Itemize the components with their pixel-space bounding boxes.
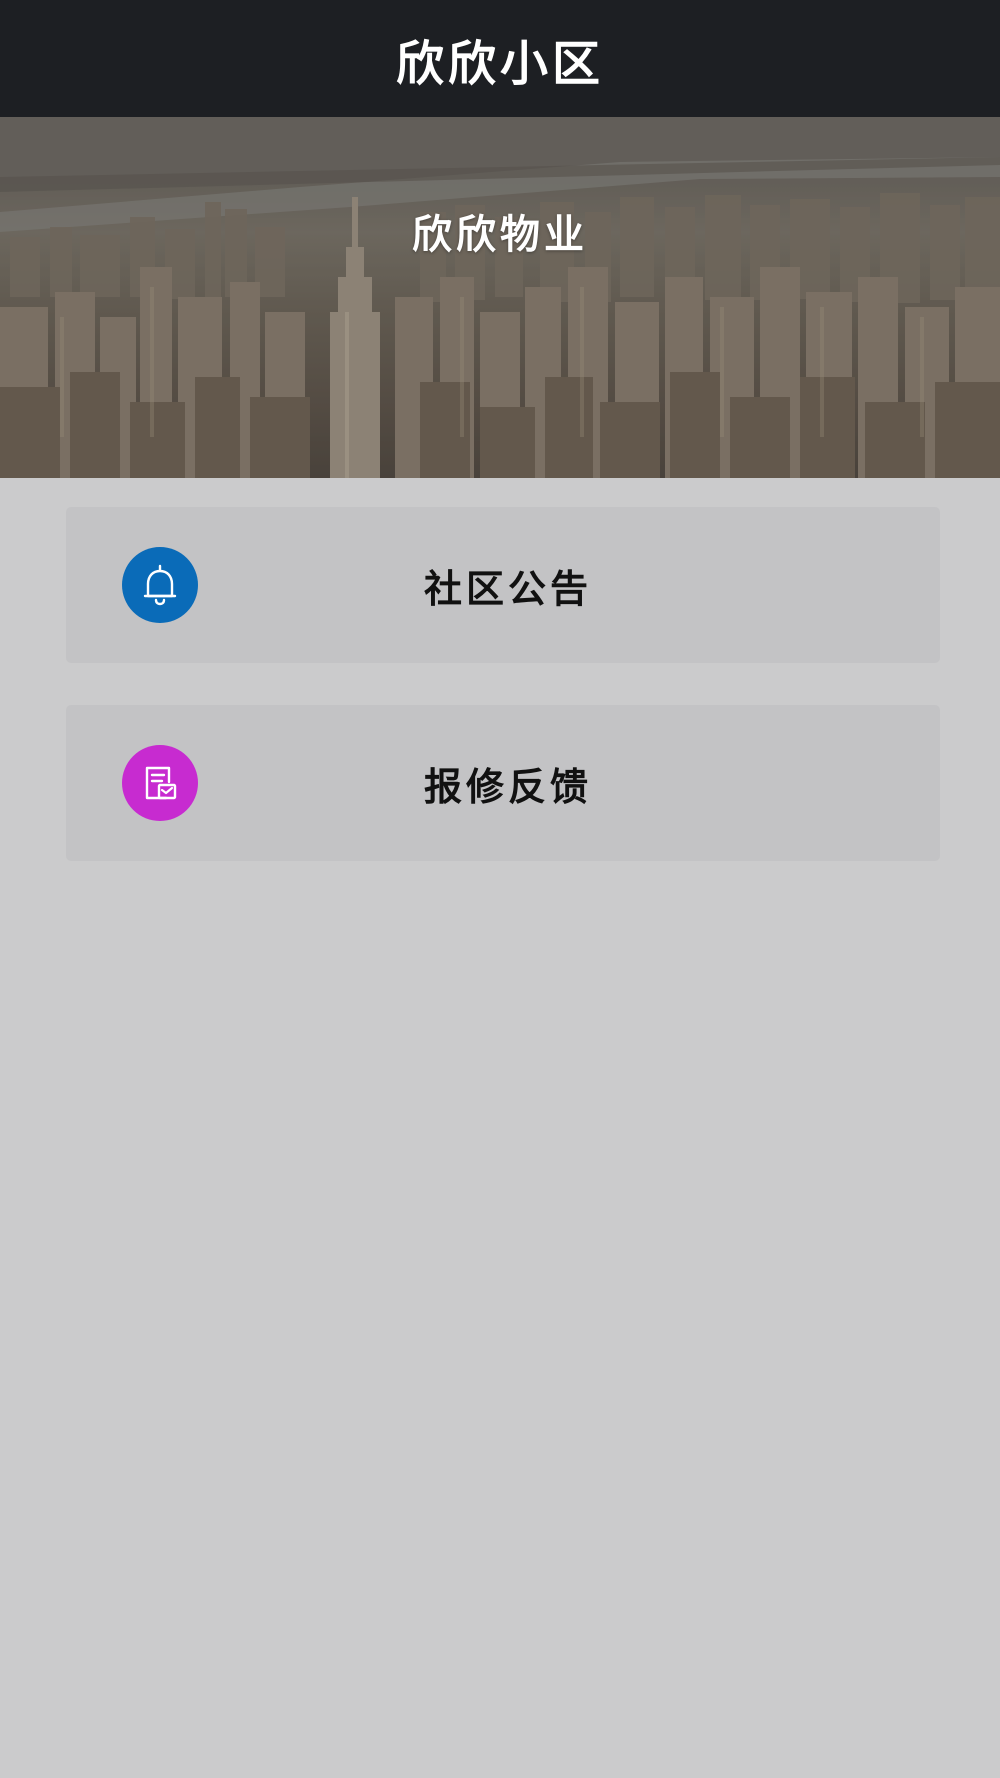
page-title: 欣欣小区 (395, 35, 604, 92)
community-notice-button[interactable]: 社区公告 (66, 507, 940, 663)
banner-overlay (0, 117, 1000, 478)
banner-title: 欣欣物业 (412, 212, 588, 258)
community-notice-label: 社区公告 (423, 566, 592, 611)
repair-feedback-button[interactable]: 报修反馈 (66, 705, 940, 861)
banner: 欣欣物业 (0, 117, 1000, 478)
nav-bar: 欣欣小区 (0, 0, 1000, 117)
repair-feedback-label: 报修反馈 (423, 764, 592, 809)
